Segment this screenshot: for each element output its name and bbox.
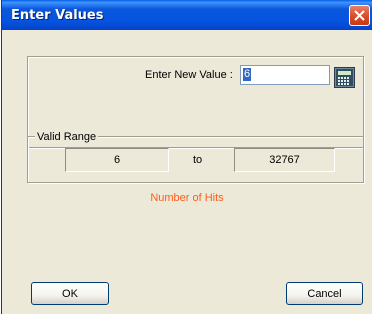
range-max-value: 32767	[234, 148, 335, 172]
new-value-selection: 6	[243, 68, 252, 81]
calculator-button[interactable]	[334, 67, 355, 88]
range-min-value: 6	[65, 148, 169, 172]
valid-range-legend: Valid Range	[35, 131, 99, 143]
window-title: Enter Values	[11, 8, 104, 23]
field-hint: Number of Hits	[150, 192, 224, 204]
range-separator: to	[193, 154, 203, 166]
close-icon	[354, 10, 365, 21]
new-value-input[interactable]	[240, 65, 330, 85]
ok-button[interactable]: OK	[31, 282, 109, 305]
calculator-icon	[336, 69, 353, 86]
enter-new-value-label: Enter New Value :	[145, 69, 233, 81]
title-bar[interactable]: Enter Values	[2, 0, 372, 30]
enter-values-dialog: Enter Values Enter New Value : 6 Valid R…	[1, 0, 372, 314]
close-button[interactable]	[349, 5, 370, 26]
cancel-button[interactable]: Cancel	[286, 282, 363, 305]
